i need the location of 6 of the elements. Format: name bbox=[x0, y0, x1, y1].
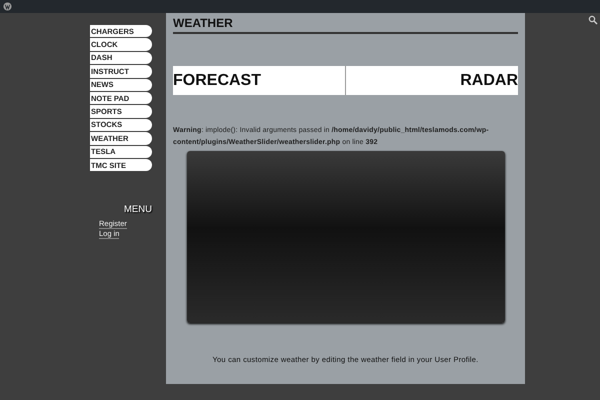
menu-heading: MENU bbox=[123, 204, 152, 216]
page-title: WEATHER bbox=[173, 16, 518, 34]
weather-tab[interactable]: FORECAST bbox=[173, 66, 345, 95]
search-icon[interactable] bbox=[588, 15, 598, 25]
wordpress-logo-icon[interactable] bbox=[3, 2, 12, 11]
weather-tab[interactable]: RADAR bbox=[345, 66, 518, 95]
